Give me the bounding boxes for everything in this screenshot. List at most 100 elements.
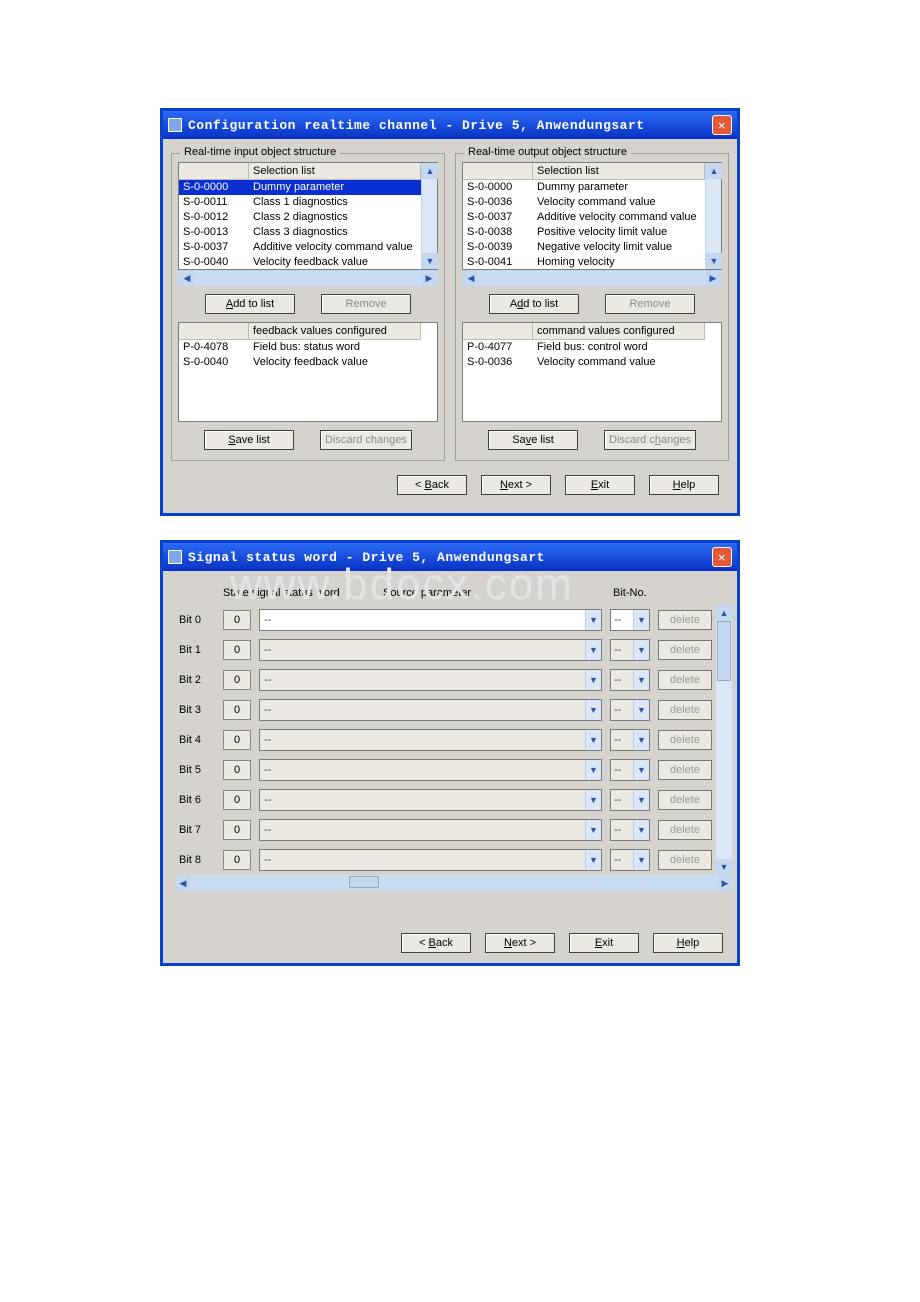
scroll-up-icon[interactable]: ▲ xyxy=(706,163,722,179)
feedback-configured-list[interactable]: feedback values configured P-0-4078Field… xyxy=(178,322,438,422)
list-item[interactable]: S-0-0000Dummy parameter xyxy=(179,180,421,195)
help-button[interactable]: Help xyxy=(649,475,719,495)
scroll-right-icon[interactable]: ▶ xyxy=(705,271,721,285)
list-item[interactable]: S-0-0011Class 1 diagnostics xyxy=(179,195,421,210)
list-item[interactable]: P-0-4078Field bus: status word xyxy=(179,340,421,355)
scrollbar[interactable]: ▲ ▼ xyxy=(716,605,732,875)
chevron-down-icon: ▼ xyxy=(633,820,649,840)
bit-row: Bit 10--▼--▼delete xyxy=(175,635,732,665)
exit-button[interactable]: Exit xyxy=(569,933,639,953)
delete-button: delete xyxy=(658,760,712,780)
scroll-left-icon[interactable]: ◀ xyxy=(463,271,479,285)
window-title: Configuration realtime channel - Drive 5… xyxy=(188,118,645,133)
chevron-down-icon[interactable]: ▼ xyxy=(585,610,601,630)
scroll-down-icon[interactable]: ▼ xyxy=(716,859,732,875)
list-item[interactable]: S-0-0037Additive velocity command value xyxy=(463,210,705,225)
col-source-header: Source parameter xyxy=(383,587,613,599)
chevron-down-icon: ▼ xyxy=(633,730,649,750)
delete-button: delete xyxy=(658,670,712,690)
titlebar: Configuration realtime channel - Drive 5… xyxy=(163,111,737,139)
scroll-thumb[interactable] xyxy=(717,621,731,681)
scroll-right-icon[interactable]: ▶ xyxy=(717,875,733,891)
scroll-up-icon[interactable]: ▲ xyxy=(422,163,438,179)
discard-changes-button: Discard changes xyxy=(320,430,412,450)
next-button[interactable]: Next > xyxy=(481,475,551,495)
bit-no-select: --▼ xyxy=(610,669,650,691)
source-parameter-select[interactable]: --▼ xyxy=(259,609,602,631)
app-icon xyxy=(168,550,182,564)
list-item[interactable]: S-0-0013Class 3 diagnostics xyxy=(179,225,421,240)
source-parameter-select: --▼ xyxy=(259,849,602,871)
save-list-button[interactable]: Save list xyxy=(204,430,294,450)
bit-no-select: --▼ xyxy=(610,849,650,871)
back-button[interactable]: < Back xyxy=(401,933,471,953)
scroll-thumb[interactable] xyxy=(349,876,379,888)
scroll-left-icon[interactable]: ◀ xyxy=(175,875,191,891)
bit-label: Bit 6 xyxy=(179,794,215,806)
scroll-right-icon[interactable]: ▶ xyxy=(421,271,437,285)
input-selection-list[interactable]: Selection list S-0-0000Dummy parameterS-… xyxy=(178,162,438,270)
list-item[interactable]: S-0-0037Additive velocity command value xyxy=(179,240,421,255)
output-selection-list[interactable]: Selection list S-0-0000Dummy parameterS-… xyxy=(462,162,722,270)
back-button[interactable]: < Back xyxy=(397,475,467,495)
scrollbar[interactable]: ▲ ▼ xyxy=(421,163,437,269)
list-item[interactable]: S-0-0036Velocity command value xyxy=(463,195,705,210)
list-item[interactable]: S-0-0000Dummy parameter xyxy=(463,180,705,195)
bit-state: 0 xyxy=(223,670,251,690)
col-bitno-header: Bit-No. xyxy=(613,587,673,599)
hscrollbar[interactable]: ◀ ▶ xyxy=(178,270,438,286)
bit-label: Bit 2 xyxy=(179,674,215,686)
exit-button[interactable]: Exit xyxy=(565,475,635,495)
chevron-down-icon: ▼ xyxy=(633,760,649,780)
delete-button: delete xyxy=(658,790,712,810)
scrollbar[interactable]: ▲ ▼ xyxy=(705,163,721,269)
bit-state: 0 xyxy=(223,820,251,840)
list-item[interactable]: S-0-0040Velocity feedback value xyxy=(179,255,421,270)
discard-changes-button: Discard changes xyxy=(604,430,696,450)
command-configured-list[interactable]: command values configured P-0-4077Field … xyxy=(462,322,722,422)
source-parameter-select: --▼ xyxy=(259,639,602,661)
bit-state: 0 xyxy=(223,700,251,720)
next-button[interactable]: Next > xyxy=(485,933,555,953)
help-button[interactable]: Help xyxy=(653,933,723,953)
bit-no-select[interactable]: --▼ xyxy=(610,609,650,631)
app-icon xyxy=(168,118,182,132)
add-to-list-button[interactable]: Add to list xyxy=(205,294,295,314)
bit-row: Bit 00--▼--▼delete xyxy=(175,605,732,635)
bit-row: Bit 70--▼--▼delete xyxy=(175,815,732,845)
bit-no-select: --▼ xyxy=(610,819,650,841)
selection-list-header: Selection list xyxy=(533,163,705,179)
hscrollbar[interactable]: ◀ ▶ xyxy=(175,875,733,891)
delete-button: delete xyxy=(658,850,712,870)
scroll-up-icon[interactable]: ▲ xyxy=(716,605,732,621)
signal-status-window: Signal status word - Drive 5, Anwendungs… xyxy=(160,540,740,966)
list-item[interactable]: S-0-0040Velocity feedback value xyxy=(179,355,421,370)
hscrollbar[interactable]: ◀ ▶ xyxy=(462,270,722,286)
list-item[interactable]: S-0-0036Velocity command value xyxy=(463,355,705,370)
bit-state: 0 xyxy=(223,790,251,810)
titlebar: Signal status word - Drive 5, Anwendungs… xyxy=(163,543,737,571)
bit-state: 0 xyxy=(223,850,251,870)
list-item[interactable]: S-0-0039Negative velocity limit value xyxy=(463,240,705,255)
add-to-list-button[interactable]: Add to list xyxy=(489,294,579,314)
chevron-down-icon: ▼ xyxy=(633,700,649,720)
chevron-down-icon: ▼ xyxy=(633,640,649,660)
list-item[interactable]: S-0-0041Homing velocity xyxy=(463,255,705,270)
bit-row: Bit 80--▼--▼delete xyxy=(175,845,732,875)
bit-no-select: --▼ xyxy=(610,699,650,721)
delete-button: delete xyxy=(658,640,712,660)
delete-button: delete xyxy=(658,730,712,750)
list-item[interactable]: P-0-4077Field bus: control word xyxy=(463,340,705,355)
feedback-header: feedback values configured xyxy=(249,323,421,339)
save-list-button[interactable]: Save list xyxy=(488,430,578,450)
close-icon[interactable]: ✕ xyxy=(712,115,732,135)
scroll-left-icon[interactable]: ◀ xyxy=(179,271,195,285)
list-item[interactable]: S-0-0012Class 2 diagnostics xyxy=(179,210,421,225)
bit-row: Bit 30--▼--▼delete xyxy=(175,695,732,725)
scroll-down-icon[interactable]: ▼ xyxy=(422,253,438,269)
chevron-down-icon[interactable]: ▼ xyxy=(633,610,649,630)
bit-row: Bit 50--▼--▼delete xyxy=(175,755,732,785)
close-icon[interactable]: ✕ xyxy=(712,547,732,567)
scroll-down-icon[interactable]: ▼ xyxy=(706,253,722,269)
list-item[interactable]: S-0-0038Positive velocity limit value xyxy=(463,225,705,240)
